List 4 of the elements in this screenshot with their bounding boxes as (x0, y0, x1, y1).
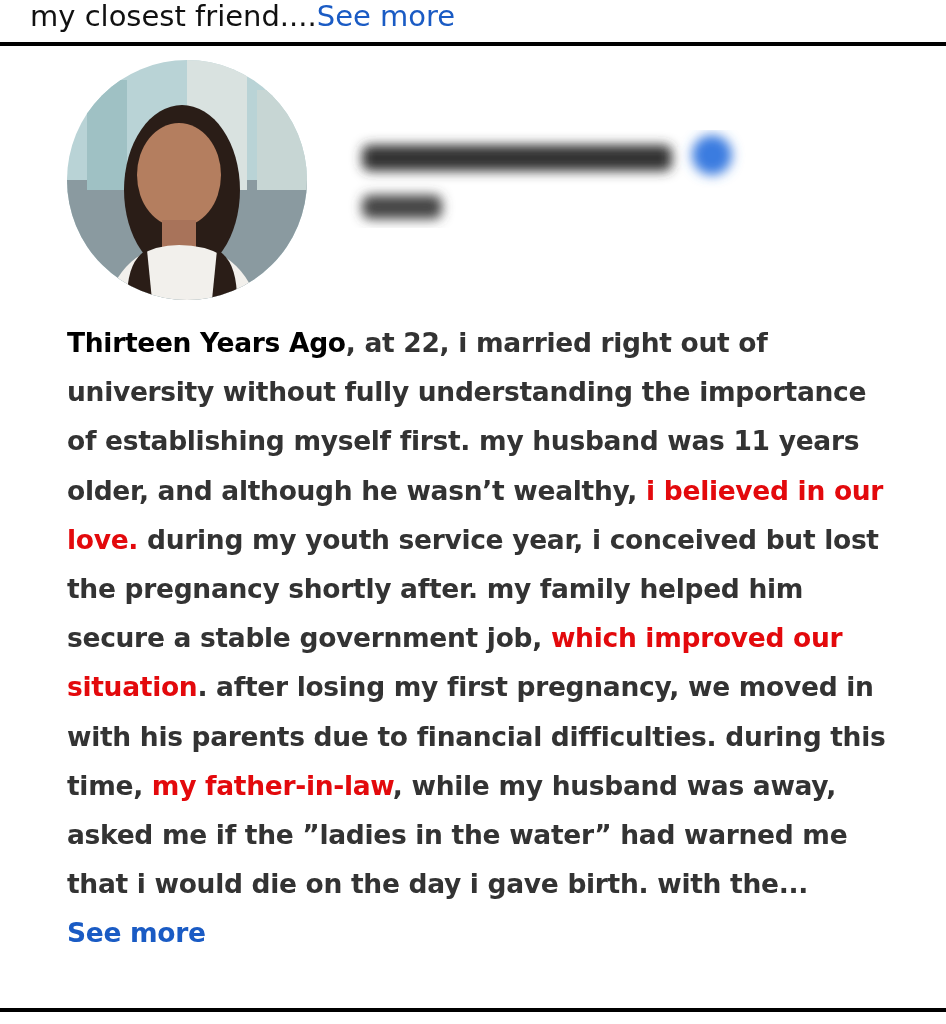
see-more-link[interactable]: See more (316, 0, 456, 33)
see-more-link[interactable]: See more (67, 917, 206, 949)
post-text: Thirteen Years Ago, at 22, i married right out of university without fully understanding the importance of establishing myself first. my husband was 11 years older, and although he wasn’t wealthy, i believed in our love. during my youth service year, i conceived but lost the pregnancy shortly after. my family helped him secure a stable government job, which improved our situation. after losing my first pregnancy, we moved in with his parents due to financial difficulties. during this time, my father-in-law, while my husband was away, asked me if the ”ladies in the water” had warned me that i would die on the day i gave birth. with the... See more (67, 326, 886, 951)
post-excerpt: my closest friend....See more (29, 0, 457, 35)
